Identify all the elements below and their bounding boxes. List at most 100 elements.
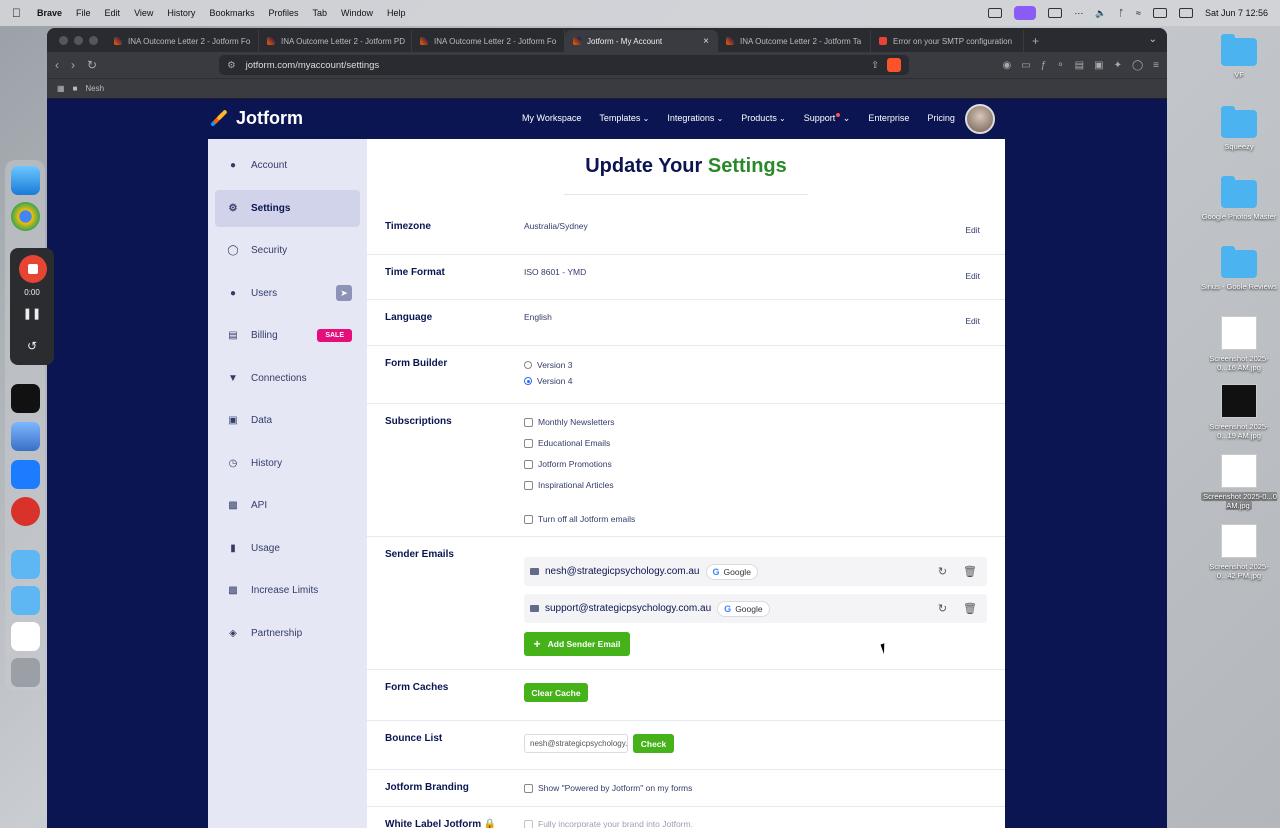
desktop-file-screenshot-2[interactable]: Screenshot 2025-0...19 AM.jpg (1201, 384, 1277, 440)
subscription-inspirational-articles[interactable]: Inspirational Articles (524, 480, 614, 490)
check-bounce-button[interactable]: Check (633, 734, 674, 753)
white-label-option[interactable]: Fully incorporate your brand into Jotfor… (524, 819, 693, 828)
menu-help[interactable]: Help (387, 8, 406, 18)
finder-icon[interactable] (11, 166, 40, 195)
desktop-file-screenshot-3[interactable]: Screenshot 2025-0...0 AM.jpg (1201, 454, 1277, 510)
control-center-icon[interactable] (1178, 8, 1193, 18)
sidebar-item-api[interactable]: ▩ API (215, 487, 360, 524)
refresh-icon[interactable]: ↻ (938, 602, 947, 615)
reload-icon[interactable]: ↻ (87, 58, 97, 72)
sidebar-item-usage[interactable]: ▮ Usage (215, 530, 360, 567)
menu-view[interactable]: View (134, 8, 153, 18)
menu-tab[interactable]: Tab (312, 8, 327, 18)
desktop-folder-sirius[interactable]: Sirius - Goole Reviews (1201, 246, 1277, 291)
downloads-folder-icon[interactable] (11, 586, 40, 615)
browser-tab[interactable]: INA Outcome Letter 2 - Jotform Fo (106, 30, 259, 52)
add-sender-email-button[interactable]: + Add Sender Email (524, 632, 630, 656)
clear-cache-button[interactable]: Clear Cache (524, 683, 588, 702)
sidebar-item-security[interactable]: ◯ Security (215, 232, 360, 269)
apple-icon[interactable]:  (12, 6, 21, 20)
wallet-icon[interactable]: ▣ (1094, 60, 1103, 71)
audio-app-icon[interactable] (11, 384, 40, 413)
sidebar-item-data[interactable]: ▣ Data (215, 402, 360, 439)
preview-icon[interactable] (11, 422, 40, 451)
extension-icon[interactable]: ⚬ (1056, 60, 1064, 71)
checkbox[interactable] (524, 514, 533, 524)
subscription-monthly-newsletters[interactable]: Monthly Newsletters (524, 417, 615, 427)
nav-support[interactable]: Support ⌄ (804, 113, 850, 124)
refresh-icon[interactable]: ↻ (938, 565, 947, 578)
wifi-icon[interactable]: ≈ (1136, 8, 1141, 18)
screen-share-icon[interactable] (1014, 6, 1037, 20)
menu-icon[interactable]: ≡ (1153, 60, 1159, 71)
nav-enterprise[interactable]: Enterprise (868, 113, 909, 124)
bluetooth-icon[interactable]: ᚩ (1119, 8, 1124, 18)
share-icon[interactable]: ⇧ (871, 60, 879, 71)
sidebar-item-increase-limits[interactable]: ▩ Increase Limits (215, 572, 360, 609)
sidebar-item-account[interactable]: ● Account (215, 147, 360, 184)
sidebar-item-billing[interactable]: ▤ Billing SALE (215, 317, 360, 354)
trash-icon[interactable]: 🗑 (963, 565, 977, 578)
trash-icon[interactable] (11, 658, 40, 687)
menubar-app-name[interactable]: Brave (37, 8, 62, 18)
menu-file[interactable]: File (76, 8, 91, 18)
leo-icon[interactable]: ✦ (1114, 60, 1122, 71)
site-info-icon[interactable]: ⚙ (227, 60, 236, 71)
volume-icon[interactable]: 🔈 (1095, 8, 1106, 19)
form-builder-option-v4[interactable]: Version 4 (524, 376, 572, 386)
nav-pricing[interactable]: Pricing (927, 113, 955, 124)
menu-history[interactable]: History (167, 8, 195, 18)
menu-edit[interactable]: Edit (105, 8, 121, 18)
sidebar-toggle-icon[interactable]: ▤ (1075, 60, 1084, 71)
close-tab-icon[interactable]: × (703, 36, 709, 47)
stop-recording-button[interactable] (19, 255, 47, 283)
extension-icon[interactable]: ƒ (1041, 60, 1047, 71)
radio-button-selected[interactable] (524, 377, 532, 385)
forward-icon[interactable]: › (71, 58, 75, 72)
trash-icon[interactable]: 🗑 (963, 602, 977, 615)
vpn-icon[interactable]: ◯ (1132, 60, 1143, 71)
rocket-icon[interactable]: ➤ (336, 285, 352, 301)
sidebar-item-partnership[interactable]: ◈ Partnership (215, 615, 360, 652)
checkbox[interactable] (524, 480, 533, 490)
radio-button[interactable] (524, 361, 532, 369)
menu-window[interactable]: Window (341, 8, 373, 18)
timezone-edit-link[interactable]: Edit (965, 225, 980, 235)
form-builder-option-v3[interactable]: Version 3 (524, 360, 572, 370)
nav-my-workspace[interactable]: My Workspace (522, 113, 581, 124)
browser-tab[interactable]: INA Outcome Letter 2 - Jotform Ta (718, 30, 871, 52)
pause-icon[interactable]: ❚❚ (10, 307, 54, 320)
browser-tab[interactable]: Error on your SMTP configuration (871, 30, 1024, 52)
time-format-edit-link[interactable]: Edit (965, 271, 980, 281)
checkbox[interactable] (524, 783, 533, 793)
minimize-window-button[interactable] (74, 36, 83, 45)
back-icon[interactable]: ‹ (55, 58, 59, 72)
sidebar-item-connections[interactable]: ▼ Connections (215, 360, 360, 397)
browser-tab[interactable]: INA Outcome Letter 2 - Jotform Fo (412, 30, 565, 52)
restart-icon[interactable]: ↺ (10, 339, 54, 353)
extension-icon[interactable]: ▭ (1021, 60, 1030, 71)
applications-folder-icon[interactable] (11, 550, 40, 579)
extension-icon[interactable]: ◉ (1003, 60, 1012, 71)
desktop-folder-google-photos[interactable]: Google Photos Master (1201, 176, 1277, 221)
brave-shields-icon[interactable] (887, 58, 902, 72)
subscription-jotform-promotions[interactable]: Jotform Promotions (524, 459, 612, 469)
apps-grid-icon[interactable]: ▦ (57, 84, 65, 93)
tab-list-chevron-icon[interactable]: ⌄ (1149, 34, 1157, 45)
checkbox[interactable] (524, 417, 533, 427)
battery-icon[interactable] (1152, 8, 1167, 18)
desktop-folder-squeezy[interactable]: Squeezy (1201, 106, 1277, 151)
checkbox[interactable] (524, 459, 533, 469)
app-red-icon[interactable] (11, 497, 40, 526)
chrome-icon[interactable] (11, 202, 40, 231)
zoom-window-button[interactable] (89, 36, 98, 45)
bookmark-folder-nesh[interactable]: Nesh (85, 84, 104, 93)
close-window-button[interactable] (59, 36, 68, 45)
more-icon[interactable]: ⋯ (1074, 8, 1083, 19)
browser-tab-active[interactable]: Jotform - My Account × (565, 30, 718, 52)
jotform-logo[interactable]: Jotform (210, 108, 303, 129)
recent-document-icon[interactable] (11, 622, 40, 651)
new-tab-button[interactable]: + (1024, 34, 1047, 52)
sidebar-item-users[interactable]: ● Users ➤ (215, 275, 360, 312)
desktop-file-screenshot-1[interactable]: Screenshot 2025-0...16 AM.jpg (1201, 316, 1277, 372)
